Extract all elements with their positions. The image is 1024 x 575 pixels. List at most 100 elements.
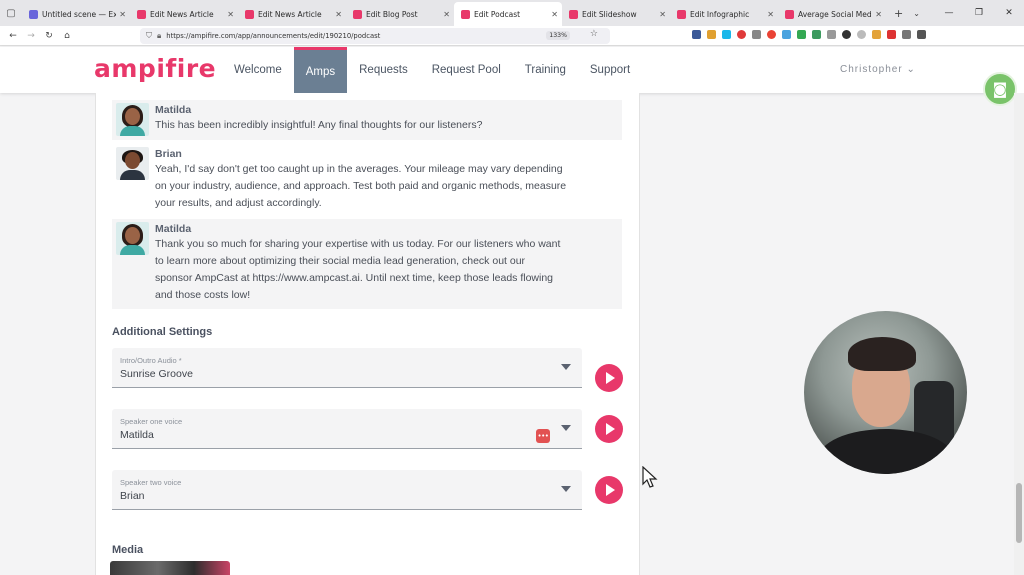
media-thumbnail[interactable] [110,561,230,575]
dropdown-arrow-icon[interactable] [561,364,571,370]
dropdown-arrow-icon[interactable] [561,486,571,492]
tab-0[interactable]: Untitled scene — Excalidraw ✕ [22,3,130,25]
speaker-two-voice-select[interactable]: Speaker two voice Brian [112,470,582,510]
female-avatar [116,222,149,255]
male-avatar [116,147,149,180]
extension-icon[interactable] [737,30,746,39]
message-line: Thank you so much for sharing your exper… [155,238,561,250]
close-tab-icon[interactable]: ✕ [227,10,234,19]
extension-icon[interactable] [782,30,791,39]
grammarly-icon[interactable]: ••• [536,429,550,443]
close-tab-icon[interactable]: ✕ [335,10,342,19]
tab-title: Edit Blog Post [366,9,418,19]
bookmark-star-icon[interactable]: ☆ [590,29,598,39]
field-label: Speaker two voice [120,478,182,487]
url-text: https://ampifire.com/app/announcements/e… [166,32,381,40]
user-name: Christopher [840,64,903,75]
tab-4-active[interactable]: Edit Podcast ✕ [454,2,562,26]
page-scrollbar[interactable] [1014,93,1024,575]
extension-icon[interactable] [857,30,866,39]
dropdown-arrow-icon[interactable] [561,425,571,431]
close-tab-icon[interactable]: ✕ [875,10,882,19]
close-tab-icon[interactable]: ✕ [119,10,126,19]
extension-icon[interactable] [767,30,776,39]
tab-overview-icon[interactable]: ▢ [0,8,22,19]
browser-nav-bar: ← → ↻ ⌂ ⛉ 🔒︎ https://ampifire.com/app/an… [0,26,1024,46]
tab-7[interactable]: Average Social Media Cost ✕ [778,3,886,25]
female-avatar [116,103,149,136]
extensions-toolbar [692,30,926,39]
zoom-level[interactable]: 133% [546,31,570,40]
user-menu[interactable]: Christopher ⌄ [840,64,916,75]
address-bar[interactable]: ⛉ 🔒︎ https://ampifire.com/app/announceme… [140,28,610,44]
menu-item-training[interactable]: Training [513,47,578,93]
play-speaker-one-button[interactable] [595,415,623,443]
play-speaker-two-button[interactable] [595,476,623,504]
shield-icon[interactable]: ⛉ [146,31,152,41]
back-icon[interactable]: ← [4,31,22,41]
scrollbar-thumb[interactable] [1016,483,1022,543]
ampifire-favicon-icon [137,9,146,19]
close-tab-icon[interactable]: ✕ [551,10,558,19]
site-header: ampifire Welcome Amps Requests Request P… [0,47,1024,93]
field-label: Speaker one voice [120,417,183,426]
transcript-message: Brian Yeah, I'd say don't get too caught… [112,144,622,214]
additional-settings-heading: Additional Settings [112,326,213,338]
window-close-icon[interactable]: ✕ [994,8,1024,18]
tab-list-chevron-icon[interactable]: ⌄ [913,9,920,18]
webcam-overlay [804,311,967,474]
facebook-extension-icon[interactable] [692,30,701,39]
menu-item-support[interactable]: Support [578,47,642,93]
field-label: Intro/Outro Audio * [120,356,182,365]
tab-3[interactable]: Edit Blog Post ✕ [346,3,454,25]
ampifire-favicon-icon [785,9,794,19]
reload-icon[interactable]: ↻ [40,31,58,41]
menu-icon[interactable] [917,30,926,39]
extension-icon[interactable] [827,30,836,39]
menu-item-requests[interactable]: Requests [347,47,420,93]
close-tab-icon[interactable]: ✕ [443,10,450,19]
tab-6[interactable]: Edit Infographic ✕ [670,3,778,25]
transcript-message: Matilda This has been incredibly insight… [112,100,622,140]
puzzle-extensions-icon[interactable] [902,30,911,39]
transcript-message: Matilda Thank you so much for sharing yo… [112,219,622,309]
home-icon[interactable]: ⌂ [58,31,76,41]
new-tab-icon[interactable]: + [894,7,903,20]
menu-item-welcome[interactable]: Welcome [222,47,294,93]
restore-icon[interactable]: ❐ [964,8,994,18]
vimeo-extension-icon[interactable] [722,30,731,39]
tab-2[interactable]: Edit News Article ✕ [238,3,346,25]
extension-icon[interactable] [872,30,881,39]
extension-icon[interactable] [797,30,806,39]
play-intro-audio-button[interactable] [595,364,623,392]
extension-icon[interactable] [842,30,851,39]
ampifire-logo[interactable]: ampifire [94,54,216,83]
tab-title: Edit News Article [150,9,214,19]
tab-title: Edit Infographic [690,9,750,19]
extension-icon[interactable] [707,30,716,39]
field-value: Matilda [120,429,154,441]
close-tab-icon[interactable]: ✕ [659,10,666,19]
tab-title: Untitled scene — Excalidraw [42,9,117,19]
forward-icon[interactable]: → [22,31,40,41]
webcam-hair [848,337,916,371]
speaker-one-voice-select[interactable]: Speaker one voice Matilda ••• [112,409,582,449]
podcast-edit-card: Matilda This has been incredibly insight… [95,93,640,575]
extension-icon[interactable] [752,30,761,39]
tab-5[interactable]: Edit Slideshow ✕ [562,3,670,25]
intro-outro-audio-select[interactable]: Intro/Outro Audio * Sunrise Groove [112,348,582,388]
ampifire-favicon-icon [677,9,686,19]
extension-icon[interactable] [887,30,896,39]
menu-item-amps[interactable]: Amps [293,47,348,93]
menu-item-request-pool[interactable]: Request Pool [420,47,513,93]
tab-1[interactable]: Edit News Article ✕ [130,3,238,25]
field-value: Brian [120,490,145,502]
lock-icon[interactable]: 🔒︎ [157,31,161,41]
ampifire-favicon-icon [353,9,362,19]
message-line: on your industry, audience, and approach… [155,180,567,192]
minimize-icon[interactable]: — [934,8,964,18]
extension-icon[interactable] [812,30,821,39]
robot-assistant-icon[interactable]: ◙ [983,72,1017,106]
speaker-name: Matilda [155,104,192,116]
close-tab-icon[interactable]: ✕ [767,10,774,19]
